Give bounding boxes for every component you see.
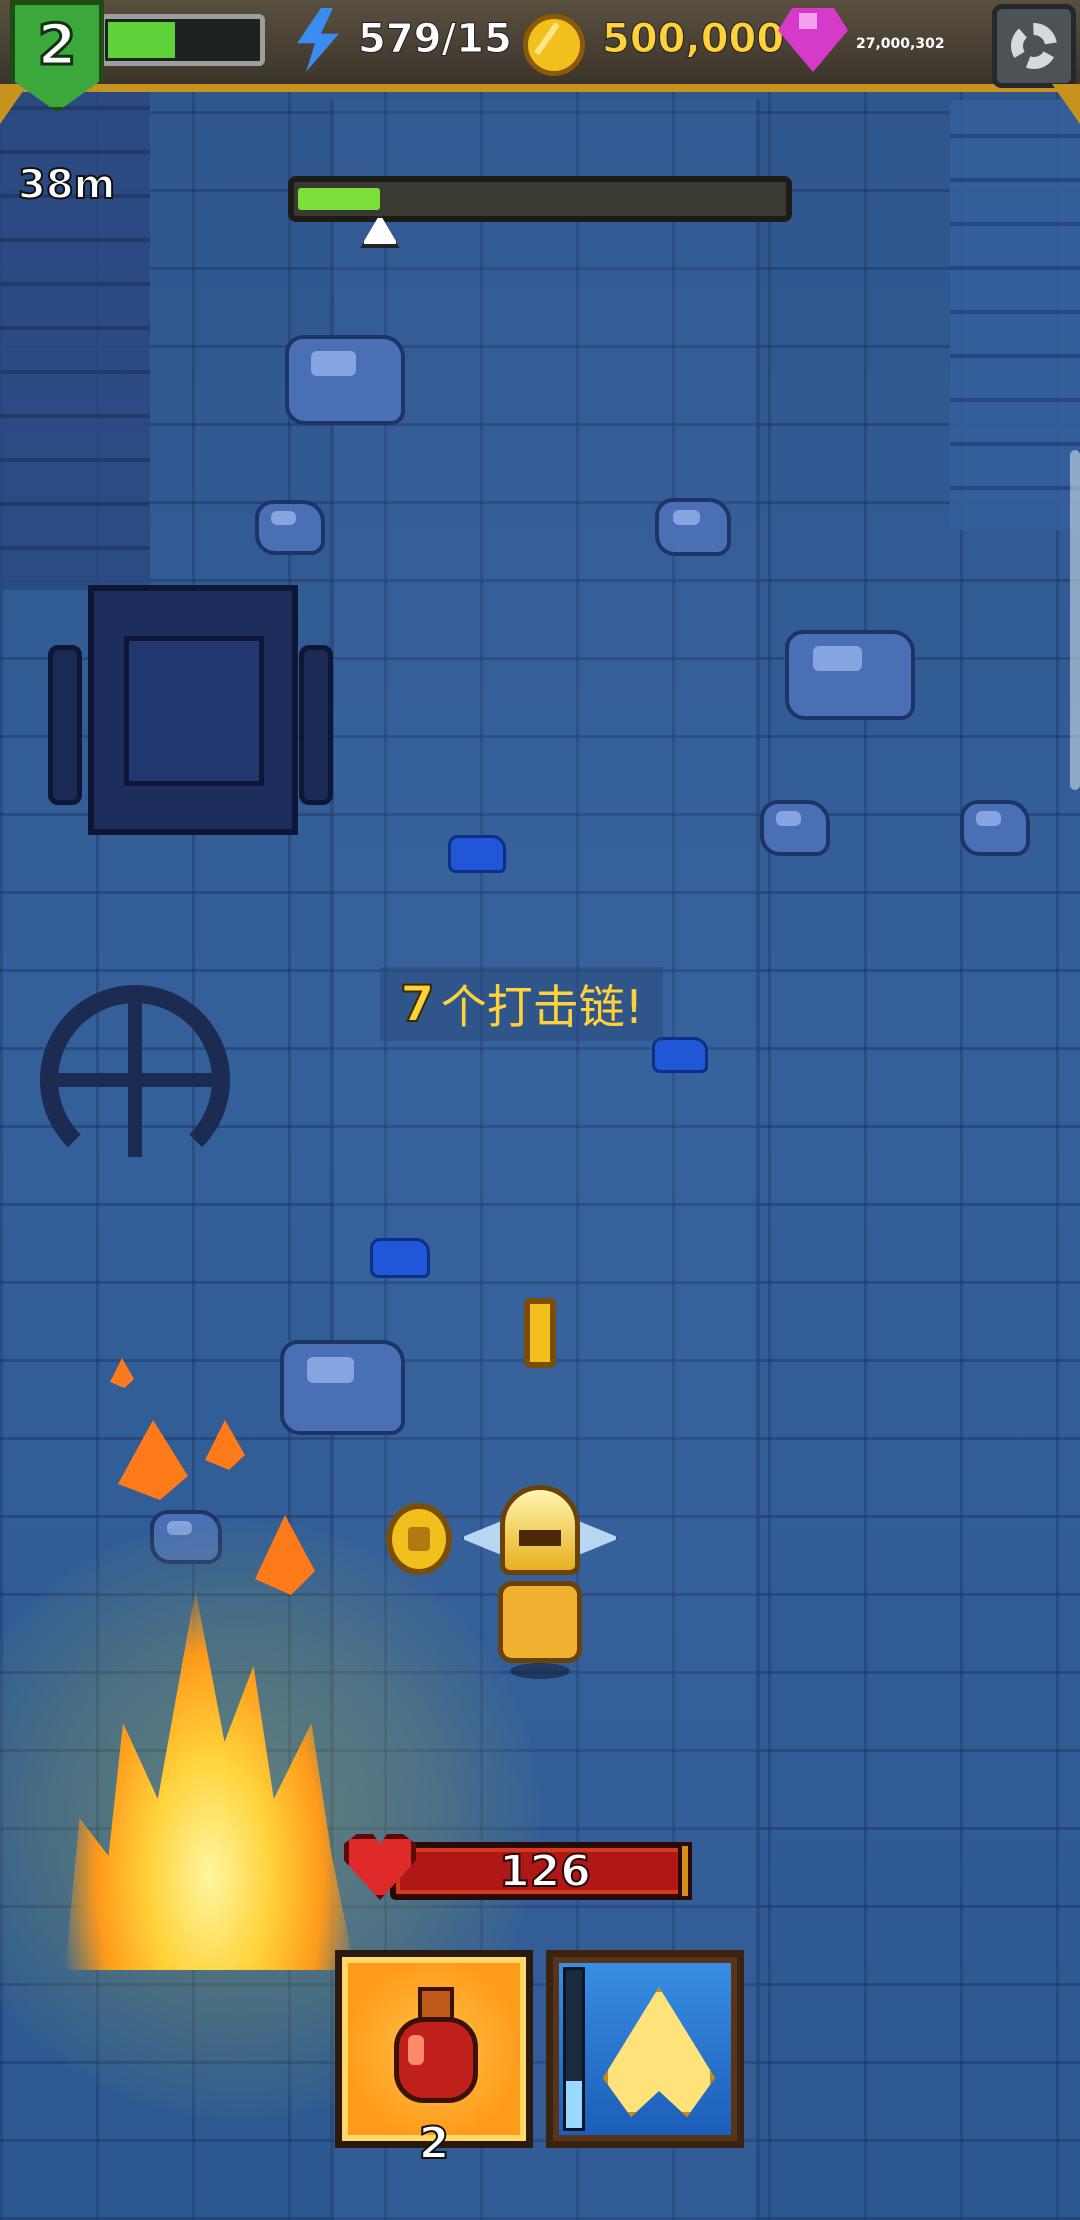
health-potion-icon: [388, 1987, 484, 2107]
level-number: 2: [36, 12, 78, 80]
combo-count: 7: [399, 974, 436, 1034]
ember: [205, 1420, 245, 1470]
player-knight: [460, 1485, 620, 1685]
edge-handle[interactable]: [1070, 450, 1080, 790]
rock: [960, 800, 1030, 856]
blue-ore: [370, 1238, 430, 1278]
rock: [760, 800, 830, 856]
top-hud: 2 579/15 500,000 27,000,302: [0, 0, 1080, 112]
gem-counter: 27,000,302: [856, 36, 945, 52]
potion-count: 2: [418, 2117, 451, 2170]
rock: [255, 500, 325, 555]
health-value: 126: [498, 1845, 592, 1898]
health-bar-cap: [678, 1842, 692, 1900]
gold-coin-pickup: [386, 1503, 452, 1575]
skill-cooldown-fill: [566, 2080, 582, 2128]
gold-coin-pickup: [524, 1298, 556, 1368]
skill-cooldown-meter: [563, 1967, 585, 2131]
mine-cart: [48, 575, 333, 875]
settings-button[interactable]: [992, 4, 1076, 88]
blue-ore: [448, 835, 506, 873]
gold-counter: 500,000: [601, 16, 785, 63]
dash-skill-button[interactable]: [546, 1950, 744, 2148]
rock: [785, 630, 915, 720]
potion-button[interactable]: 2: [335, 1950, 533, 2170]
gear-icon: [1011, 23, 1057, 69]
purple-gem-icon: [778, 8, 848, 72]
distance-counter: 38m: [17, 161, 116, 209]
gold-coin-icon: [523, 14, 585, 76]
blue-ore: [652, 1037, 708, 1073]
dash-arrow-icon: [603, 1987, 715, 2117]
broken-wheel: [40, 985, 230, 1175]
rock: [655, 498, 731, 556]
run-progress-bar: [288, 176, 792, 222]
combo-label: 个打击链!: [440, 980, 644, 1034]
xp-bar: [100, 14, 265, 66]
lightning-bolt-icon: [297, 8, 339, 72]
combo-banner: 7 个打击链!: [380, 967, 664, 1041]
run-progress-fill: [298, 188, 380, 210]
ember: [110, 1358, 134, 1388]
energy-counter: 579/15: [358, 16, 513, 63]
xp-bar-fill: [108, 22, 175, 58]
stone-wall: [950, 100, 1080, 530]
rock: [280, 1340, 405, 1435]
ember: [118, 1420, 188, 1500]
rock: [285, 335, 405, 425]
